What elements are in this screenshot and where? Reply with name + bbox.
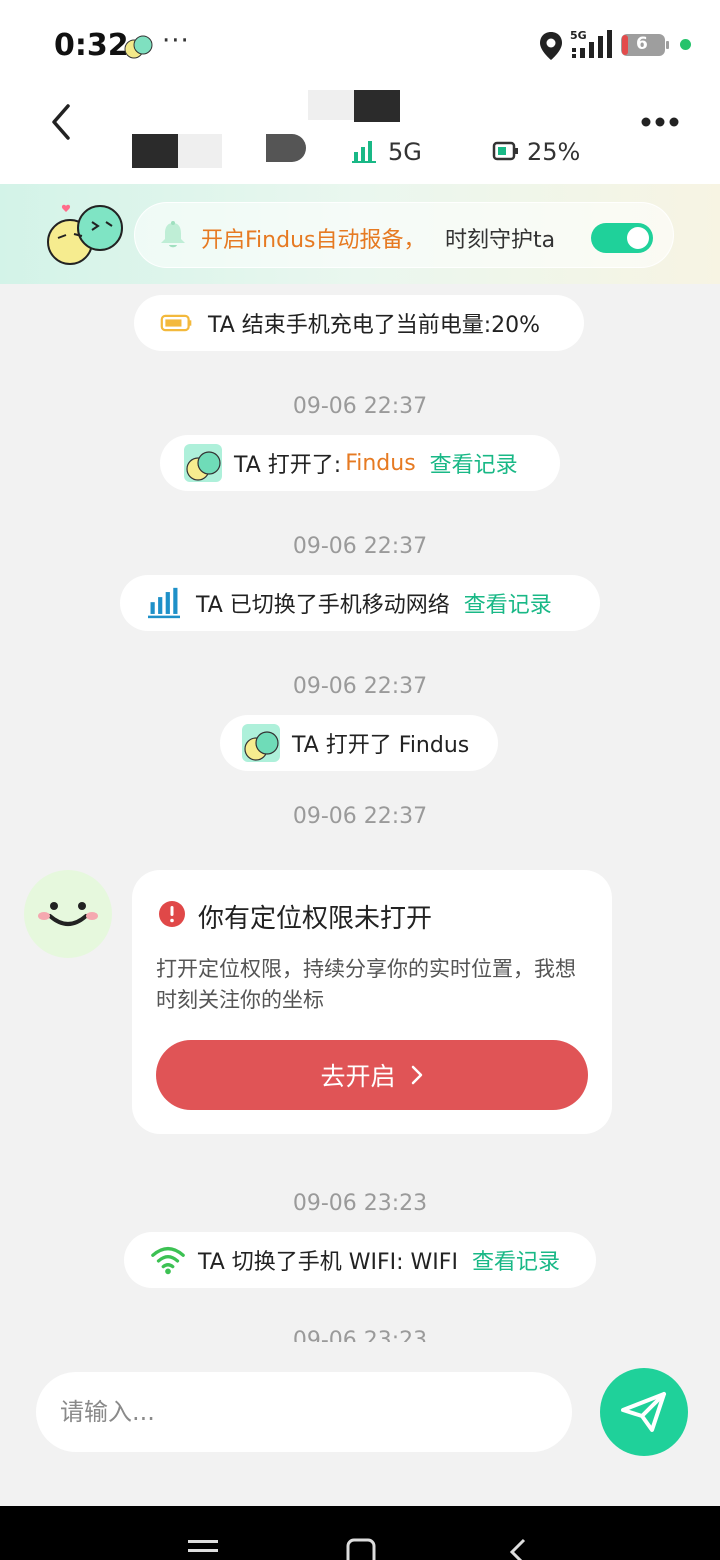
- partner-battery-percent: 25%: [527, 138, 581, 166]
- location-icon: [540, 32, 562, 60]
- message-input[interactable]: [36, 1372, 572, 1452]
- status-more-icon: ···: [162, 26, 190, 56]
- timestamp: 09-06 22:37: [292, 804, 428, 829]
- chat-header: 5G 25%: [0, 90, 720, 184]
- location-permission-card: 你有定位权限未打开 打开定位权限，持续分享你的实时位置，我想时刻关注你的坐标 去…: [132, 870, 612, 1134]
- send-icon: [621, 1392, 666, 1432]
- timestamp: 09-06 23:23: [292, 1328, 428, 1342]
- home-icon[interactable]: [346, 1538, 376, 1560]
- view-record-link[interactable]: 查看记录: [464, 587, 552, 619]
- timestamp: 09-06 22:37: [292, 534, 428, 559]
- system-nav-bar: [0, 1506, 720, 1560]
- signal-5g-label: 5G: [570, 29, 587, 42]
- chevron-right-icon: [411, 1065, 422, 1085]
- app-open-name: Findus: [345, 450, 416, 476]
- timestamp: 09-06 22:37: [292, 394, 428, 419]
- app-open-text: TA 打开了 Findus: [292, 733, 470, 758]
- redacted-info-block: [266, 134, 306, 162]
- redacted-name-block: [354, 90, 400, 122]
- redacted-info-block: [132, 134, 178, 168]
- wifi-icon: [151, 1246, 185, 1275]
- privacy-indicator-dot: [680, 39, 691, 50]
- wifi-event-pill: TA 切换了手机 WIFI: WIFI 查看记录: [124, 1232, 596, 1288]
- partner-signal-icon: [352, 141, 376, 163]
- timestamp: 09-06 23:23: [292, 1191, 428, 1216]
- network-event-pill: TA 已切换了手机移动网络 查看记录: [120, 575, 600, 631]
- enable-location-button[interactable]: 去开启: [156, 1040, 588, 1110]
- timestamp-partial: 09-06 23:23: [0, 1326, 720, 1342]
- redacted-info-block: [178, 134, 222, 168]
- wifi-event-text: TA 切换了手机 WIFI: WIFI: [198, 1250, 458, 1275]
- battery-charge-icon: [160, 314, 192, 332]
- auto-report-pill[interactable]: 开启Findus自动报备， 时刻守护ta: [134, 202, 674, 268]
- couple-avatar-icon: [47, 204, 123, 265]
- auto-report-toggle[interactable]: [591, 223, 653, 253]
- timestamp: 09-06 22:37: [292, 674, 428, 699]
- card-title: 你有定位权限未打开: [198, 904, 433, 934]
- app-open-event-pill: TA 打开了: Findus 查看记录: [160, 435, 560, 491]
- battery-icon: 6: [620, 33, 670, 57]
- redacted-name-block: [308, 90, 354, 120]
- status-bar: 0:32 ··· 5G 6: [0, 0, 720, 90]
- partner-network: 5G: [388, 138, 422, 166]
- charge-event-text: TA 结束手机充电了当前电量:20%: [208, 313, 541, 338]
- findus-app-icon: [184, 444, 222, 482]
- partner-battery-icon: [492, 141, 518, 161]
- app-open-prefix: TA 打开了:: [234, 453, 342, 478]
- toggle-knob: [627, 227, 649, 249]
- alert-icon: [159, 901, 185, 927]
- more-options-button[interactable]: [636, 104, 684, 140]
- banner-text: 时刻守护ta: [445, 228, 556, 253]
- bell-icon: [161, 221, 185, 248]
- back-button[interactable]: [40, 100, 84, 144]
- network-event-text: TA 已切换了手机移动网络: [196, 593, 450, 618]
- mobile-network-icon: [148, 587, 180, 619]
- view-record-link[interactable]: 查看记录: [472, 1244, 560, 1276]
- findus-app-icon: [242, 724, 280, 762]
- cellular-signal-icon: 5G: [570, 29, 612, 58]
- recents-icon[interactable]: [188, 1538, 218, 1560]
- send-button[interactable]: [600, 1368, 688, 1456]
- battery-level-text: 6: [636, 34, 648, 54]
- app-open-event-pill: TA 打开了 Findus: [220, 715, 498, 771]
- charge-event-pill: TA 结束手机充电了当前电量:20%: [134, 295, 584, 351]
- card-body: 打开定位权限，持续分享你的实时位置，我想时刻关注你的坐标: [156, 957, 576, 1012]
- enable-location-label: 去开启: [320, 1062, 396, 1091]
- app-notification-icon: [124, 35, 153, 59]
- back-nav-icon[interactable]: [508, 1538, 528, 1560]
- view-record-link[interactable]: 查看记录: [430, 447, 518, 479]
- status-time: 0:32: [54, 28, 129, 63]
- auto-report-banner: 开启Findus自动报备， 时刻守护ta: [0, 184, 720, 284]
- banner-highlight-text: 开启Findus自动报备，: [201, 228, 426, 253]
- bot-avatar: [24, 870, 112, 958]
